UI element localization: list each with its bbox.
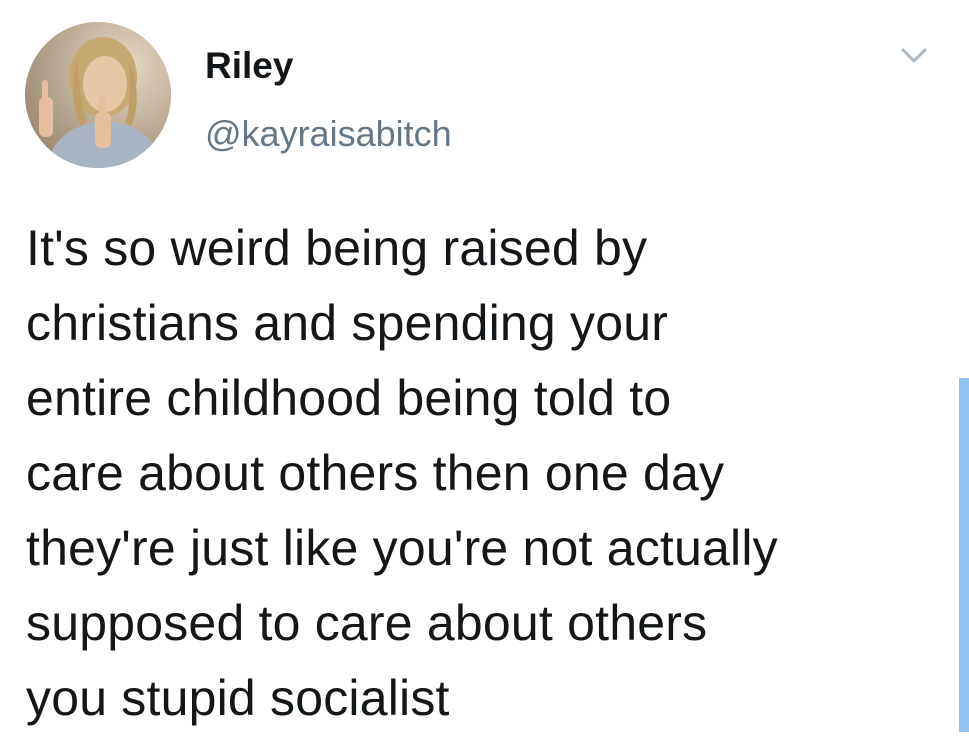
tweet-text: It's so weird being raised by christians…	[26, 220, 778, 726]
tweet-header: Riley @kayraisabitch	[25, 22, 929, 172]
chevron-down-icon[interactable]	[899, 46, 929, 66]
scrollbar[interactable]	[959, 378, 969, 732]
user-handle[interactable]: @kayraisabitch	[205, 113, 452, 155]
avatar-photo	[25, 22, 171, 168]
avatar[interactable]	[25, 22, 171, 168]
display-name[interactable]: Riley	[205, 44, 452, 88]
tweet-card: Riley @kayraisabitch It's so weird being…	[0, 0, 969, 732]
user-names: Riley @kayraisabitch	[205, 44, 452, 155]
